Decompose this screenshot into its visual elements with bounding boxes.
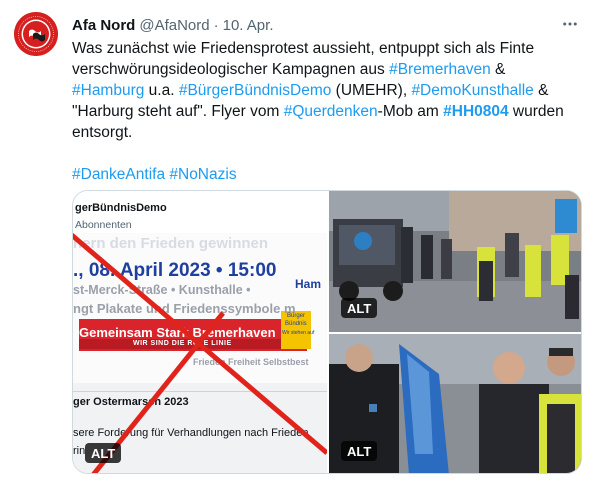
- author-handle[interactable]: @AfaNord: [139, 17, 209, 34]
- author-name[interactable]: Afa Nord: [72, 17, 135, 34]
- more-options-button[interactable]: [558, 14, 582, 34]
- more-horizontal-icon: [563, 22, 577, 26]
- tweet-line-4: "Harburg steht auf". Flyer vom #Querdenk…: [72, 103, 564, 120]
- hashtag-bremerhaven[interactable]: #Bremerhaven: [389, 61, 491, 78]
- tweet-line-1: Was zunächst wie Friedensprotest aussieh…: [72, 40, 535, 57]
- media-grid: gerBündnisDemo Abonnenten hern den Fried…: [72, 190, 582, 474]
- tweet-line-5: entsorgt.: [72, 124, 133, 141]
- red-cross-overlay: [73, 232, 327, 473]
- tweet-line-2: verschwörungsideologischer Kampagnen aus…: [72, 61, 506, 78]
- alt-badge-1[interactable]: ALT: [85, 443, 122, 463]
- tweet-line-3: #Hamburg u.a. #BürgerBündnisDemo (UMEHR)…: [72, 82, 549, 99]
- alt-badge-2[interactable]: ALT: [341, 298, 378, 318]
- tweet-line-7: #DankeAntifa #NoNazis: [72, 164, 582, 185]
- tweet[interactable]: Afa Nord @AfaNord · 10. Apr. Was zunächs…: [0, 0, 598, 481]
- photo-march[interactable]: ALT: [329, 191, 581, 332]
- photo-flyer[interactable]: gerBündnisDemo Abonnenten hern den Fried…: [73, 191, 327, 473]
- hashtag-demokunsthalle[interactable]: #DemoKunsthalle: [411, 82, 533, 99]
- photo-people[interactable]: ALT: [329, 334, 581, 473]
- tweet-date[interactable]: 10. Apr.: [223, 17, 274, 34]
- hashtag-nonazis[interactable]: #NoNazis: [169, 166, 236, 183]
- hashtag-dankeantifa[interactable]: #DankeAntifa: [72, 166, 165, 183]
- antifa-flag-logo-icon: [14, 12, 58, 56]
- hashtag-buergerbuendnisdemo[interactable]: #BürgerBündnisDemo: [179, 82, 332, 99]
- hashtag-hh0804[interactable]: #HH0804: [443, 103, 509, 120]
- tweet-header: Afa Nord @AfaNord · 10. Apr.: [72, 15, 273, 35]
- avatar[interactable]: [14, 12, 58, 56]
- hashtag-hamburg[interactable]: #Hamburg: [72, 82, 144, 99]
- hashtag-querdenken[interactable]: #Querdenken: [284, 103, 378, 120]
- alt-badge-3[interactable]: ALT: [341, 441, 378, 461]
- tweet-text: Was zunächst wie Friedensprotest aussieh…: [72, 38, 582, 185]
- header-separator: ·: [213, 16, 219, 34]
